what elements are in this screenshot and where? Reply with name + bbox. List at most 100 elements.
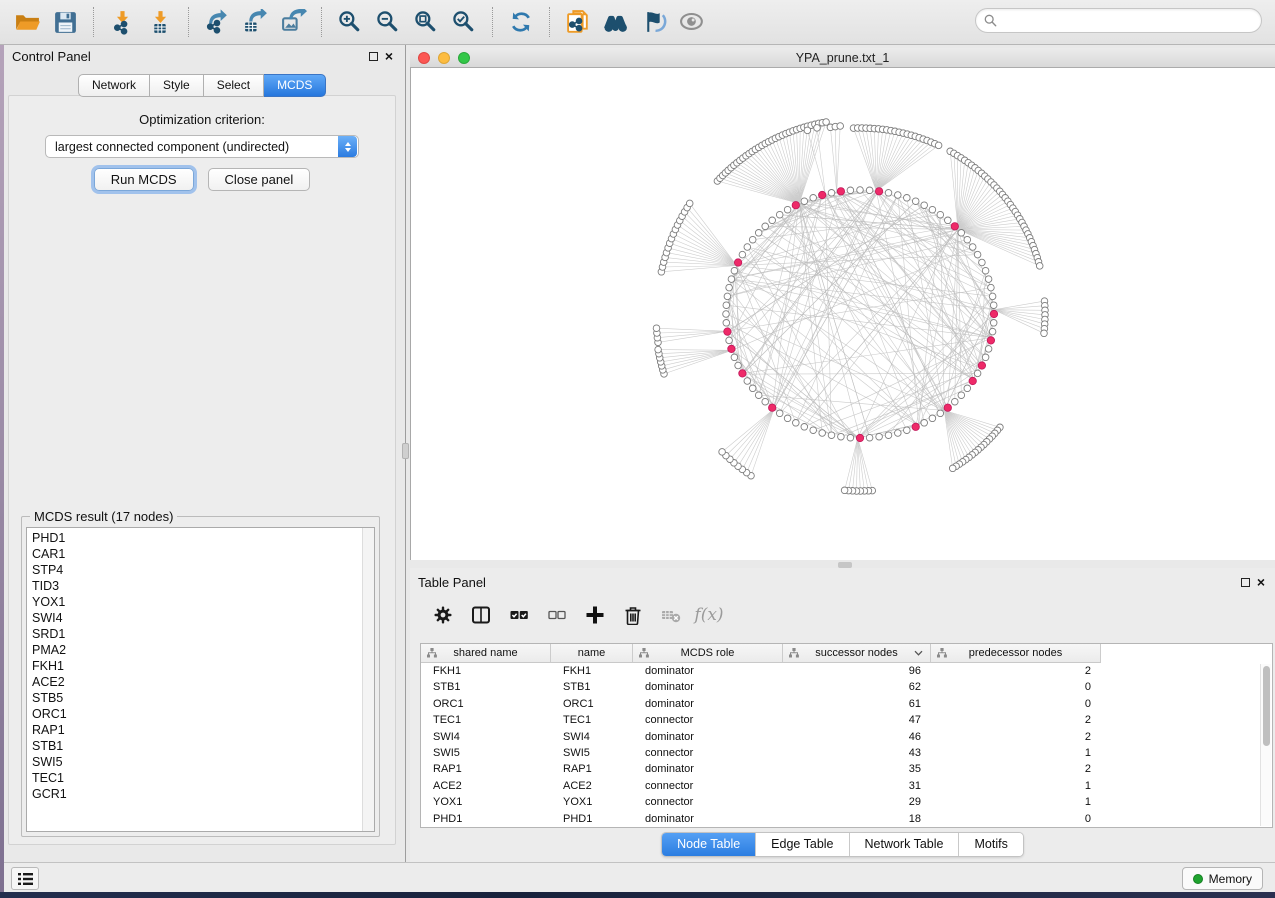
tab-style[interactable]: Style — [150, 74, 204, 97]
table-cell[interactable]: TEC1 — [421, 712, 551, 728]
table-row[interactable]: ACE2ACE2connector311 — [421, 778, 1272, 794]
table-cell[interactable]: 1 — [931, 794, 1101, 810]
horizontal-splitter-handle[interactable] — [838, 562, 852, 568]
list-item[interactable]: TID3 — [27, 578, 362, 594]
table-cell[interactable]: ORC1 — [421, 696, 551, 712]
table-cell[interactable]: 2 — [931, 663, 1101, 679]
tab-network[interactable]: Network — [78, 74, 150, 97]
hide-graphics-details-icon[interactable] — [635, 4, 673, 40]
table-row[interactable]: YOX1YOX1connector291 — [421, 794, 1272, 810]
column-header-successor-nodes[interactable]: successor nodes — [783, 644, 931, 663]
list-item[interactable]: ORC1 — [27, 706, 362, 722]
table-cell[interactable]: TEC1 — [551, 712, 633, 728]
table-cell[interactable]: 47 — [783, 712, 931, 728]
table-cell[interactable]: 1 — [931, 745, 1101, 761]
table-row[interactable]: SWI4SWI4dominator462 — [421, 729, 1272, 745]
table-row[interactable]: PHD1PHD1dominator180 — [421, 811, 1272, 827]
table-cell[interactable]: 29 — [783, 794, 931, 810]
table-cell[interactable]: connector — [633, 778, 783, 794]
splitter-handle[interactable] — [402, 443, 409, 459]
table-cell[interactable]: 0 — [931, 696, 1101, 712]
zoom-out-icon[interactable] — [369, 4, 407, 40]
table-cell[interactable]: YOX1 — [421, 794, 551, 810]
column-header-shared-name[interactable]: shared name — [421, 644, 551, 663]
result-list-scrollbar[interactable] — [362, 528, 374, 831]
table-cell[interactable]: STB1 — [551, 679, 633, 695]
import-table-icon[interactable] — [141, 4, 179, 40]
list-item[interactable]: PHD1 — [27, 530, 362, 546]
search-neighbors-icon[interactable] — [597, 4, 635, 40]
table-row[interactable]: FKH1FKH1dominator962 — [421, 663, 1272, 679]
table-cell[interactable]: dominator — [633, 679, 783, 695]
table-cell[interactable]: STB1 — [421, 679, 551, 695]
table-cell[interactable]: RAP1 — [421, 761, 551, 777]
list-item[interactable]: STP4 — [27, 562, 362, 578]
mcds-result-list[interactable]: PHD1CAR1STP4TID3YOX1SWI4SRD1PMA2FKH1ACE2… — [26, 527, 375, 832]
table-cell[interactable]: ACE2 — [551, 778, 633, 794]
table-cell[interactable]: 2 — [931, 712, 1101, 728]
table-cell[interactable]: 31 — [783, 778, 931, 794]
table-scrollbar-thumb[interactable] — [1263, 666, 1270, 746]
vertical-splitter[interactable] — [401, 45, 410, 862]
tab-network-table[interactable]: Network Table — [850, 833, 960, 856]
table-cell[interactable]: 35 — [783, 761, 931, 777]
table-cell[interactable]: connector — [633, 712, 783, 728]
float-table-panel-icon[interactable] — [1241, 578, 1250, 587]
task-history-button[interactable] — [11, 867, 39, 890]
list-item[interactable]: GCR1 — [27, 786, 362, 802]
import-network-icon[interactable] — [103, 4, 141, 40]
create-column-icon[interactable] — [582, 602, 608, 628]
delete-columns-icon[interactable] — [620, 602, 646, 628]
list-item[interactable]: YOX1 — [27, 594, 362, 610]
table-cell[interactable]: ORC1 — [551, 696, 633, 712]
table-cell[interactable]: 0 — [931, 811, 1101, 827]
table-cell[interactable]: SWI4 — [551, 729, 633, 745]
column-header-predecessor-nodes[interactable]: predecessor nodes — [931, 644, 1101, 663]
table-cell[interactable]: SWI5 — [551, 745, 633, 761]
table-row[interactable]: RAP1RAP1dominator352 — [421, 761, 1272, 777]
criterion-dropdown[interactable]: largest connected component (undirected) — [45, 135, 359, 158]
table-row[interactable]: SWI5SWI5connector431 — [421, 745, 1272, 761]
column-header-MCDS-role[interactable]: MCDS role — [633, 644, 783, 663]
float-panel-icon[interactable] — [369, 52, 378, 61]
table-cell[interactable]: 43 — [783, 745, 931, 761]
table-row[interactable]: TEC1TEC1connector472 — [421, 712, 1272, 728]
table-cell[interactable]: FKH1 — [551, 663, 633, 679]
unselect-all-columns-icon[interactable] — [544, 602, 570, 628]
table-row[interactable]: STB1STB1dominator620 — [421, 679, 1272, 695]
table-cell[interactable]: dominator — [633, 761, 783, 777]
table-cell[interactable]: 1 — [931, 778, 1101, 794]
table-cell[interactable]: FKH1 — [421, 663, 551, 679]
tab-select[interactable]: Select — [204, 74, 264, 97]
toggle-panel-icon[interactable] — [468, 602, 494, 628]
table-cell[interactable]: 46 — [783, 729, 931, 745]
table-mode-gear-icon[interactable] — [430, 602, 456, 628]
table-cell[interactable]: connector — [633, 794, 783, 810]
zoom-in-icon[interactable] — [331, 4, 369, 40]
table-row[interactable]: ORC1ORC1dominator610 — [421, 696, 1272, 712]
table-cell[interactable]: 2 — [931, 729, 1101, 745]
list-item[interactable]: RAP1 — [27, 722, 362, 738]
table-cell[interactable]: dominator — [633, 663, 783, 679]
graph-nodes[interactable] — [653, 119, 1048, 495]
close-panel-button[interactable]: Close panel — [208, 168, 311, 191]
table-cell[interactable]: PHD1 — [421, 811, 551, 827]
list-item[interactable]: FKH1 — [27, 658, 362, 674]
table-cell[interactable]: 62 — [783, 679, 931, 695]
list-item[interactable]: ACE2 — [27, 674, 362, 690]
table-cell[interactable]: YOX1 — [551, 794, 633, 810]
list-item[interactable]: SRD1 — [27, 626, 362, 642]
list-item[interactable]: CAR1 — [27, 546, 362, 562]
table-cell[interactable]: 2 — [931, 761, 1101, 777]
run-mcds-button[interactable]: Run MCDS — [94, 168, 194, 191]
table-cell[interactable]: 96 — [783, 663, 931, 679]
table-cell[interactable]: 61 — [783, 696, 931, 712]
list-item[interactable]: STB5 — [27, 690, 362, 706]
open-icon[interactable] — [8, 4, 46, 40]
zoom-selected-icon[interactable] — [445, 4, 483, 40]
network-canvas[interactable] — [410, 68, 1275, 560]
table-cell[interactable]: dominator — [633, 696, 783, 712]
table-cell[interactable]: SWI4 — [421, 729, 551, 745]
table-cell[interactable]: RAP1 — [551, 761, 633, 777]
list-item[interactable]: PMA2 — [27, 642, 362, 658]
